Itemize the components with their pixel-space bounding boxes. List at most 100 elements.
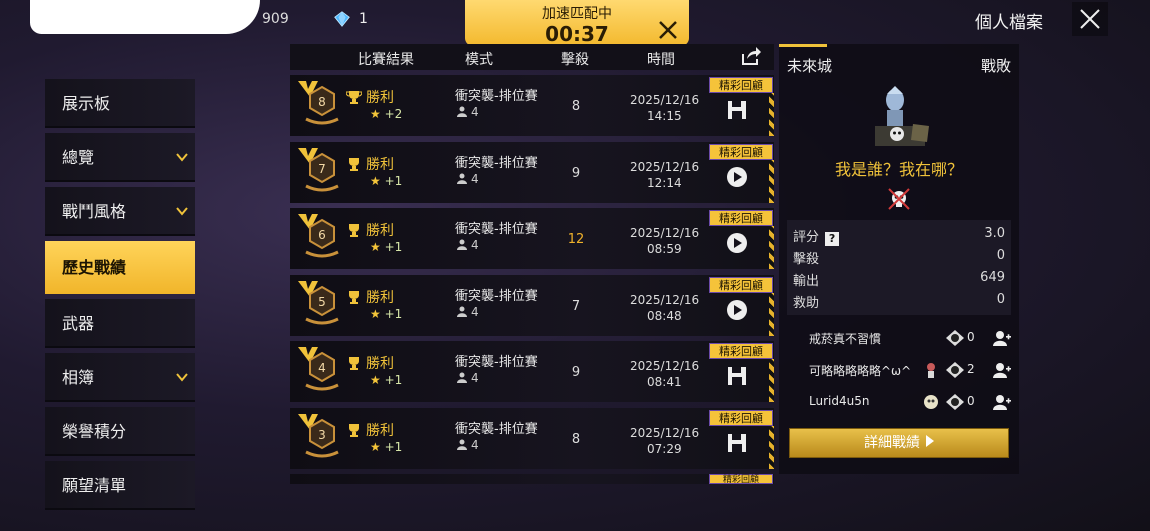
person-icon: [457, 372, 467, 383]
skull-icon: [888, 188, 910, 210]
kills-count: 9: [571, 365, 581, 380]
rank-number: 3: [318, 428, 326, 442]
sidebar-item-honor-points[interactable]: 榮譽積分: [45, 407, 195, 456]
party-count: 4: [471, 171, 479, 186]
star-change: ★ +2: [370, 107, 402, 121]
close-button[interactable]: [1072, 2, 1108, 36]
match-time: 14:15: [647, 109, 682, 123]
sidebar-item-wishlist[interactable]: 願望清單: [45, 461, 195, 510]
sidebar-item-weapons[interactable]: 武器: [45, 299, 195, 348]
play-icon[interactable]: [726, 299, 748, 321]
page-title: 個人檔案: [975, 13, 1043, 33]
stats-box: 評分? 3.0 擊殺 0 輸出 649 救助 0: [787, 220, 1011, 315]
kills-count: 7: [571, 298, 581, 314]
detailed-stats-button[interactable]: 詳細戰績: [789, 428, 1009, 458]
teammate-name: 戒菸真不習慣: [809, 332, 882, 346]
star-change: ★ +1: [370, 373, 402, 387]
save-icon[interactable]: [726, 432, 748, 454]
kills-count: 9: [571, 165, 581, 181]
sidebar-item-label: 歷史戰績: [62, 258, 127, 277]
coin-balance: 909: [262, 11, 289, 27]
play-arrow-icon: [926, 435, 934, 447]
party-size: 4: [457, 305, 479, 319]
match-row[interactable]: 8 勝利 ★ +2 衝突襲-排位賽 4 8 2025/12/16 14:15 精…: [290, 75, 774, 136]
star-delta: +1: [384, 173, 403, 188]
match-date: 2025/12/16: [630, 93, 700, 107]
rank-number: 6: [318, 228, 326, 242]
stat-label: 擊殺: [793, 252, 820, 267]
teammate-name: 可略略略略略^ω^: [809, 364, 912, 378]
add-friend-icon[interactable]: [993, 362, 1011, 378]
teammate-row[interactable]: Lurid4u5n 0: [787, 386, 1011, 418]
play-icon[interactable]: [726, 166, 748, 188]
matchmaking-banner[interactable]: 加速匹配中 00:37: [465, 0, 689, 46]
teammate-row[interactable]: 戒菸真不習慣 0: [787, 322, 1011, 354]
sidebar-item-label: 願望清單: [62, 476, 127, 495]
chevron-down-icon: [176, 207, 188, 216]
star-change: ★ +1: [370, 174, 402, 188]
match-row[interactable]: 精彩回顧: [290, 474, 774, 485]
save-icon[interactable]: [726, 365, 748, 387]
highlights-tag[interactable]: 精彩回顧: [709, 276, 773, 293]
highlights-tag[interactable]: 精彩回顧: [709, 77, 773, 93]
teammate-kills: 2: [967, 362, 975, 376]
result-text: 勝利: [366, 422, 394, 439]
play-icon[interactable]: [726, 232, 748, 254]
party-size: 4: [457, 438, 479, 452]
party-count: 4: [471, 437, 479, 452]
match-date: 2025/12/16: [630, 359, 700, 373]
save-icon[interactable]: [726, 99, 748, 121]
star-change: ★ +1: [370, 440, 402, 454]
rank-number: 5: [318, 295, 326, 309]
highlights-tag[interactable]: 精彩回顧: [709, 474, 773, 485]
highlights-tag[interactable]: 精彩回顧: [709, 143, 773, 160]
cancel-match-icon[interactable]: [657, 19, 679, 41]
highlights-tag[interactable]: 精彩回顧: [709, 343, 773, 359]
highlights-tag[interactable]: 精彩回顧: [709, 409, 773, 426]
close-icon: [1080, 9, 1100, 29]
rank-number: 7: [318, 162, 326, 176]
match-row[interactable]: 5 勝利 ★ +1 衝突襲-排位賽 4 7 2025/12/16 08:48 精…: [290, 274, 774, 336]
teammate-kills: 0: [967, 394, 975, 408]
diamond-balance: 1: [359, 11, 368, 27]
match-detail-panel: 未來城 戰敗 我是誰？我在哪？ 評分? 3.0 擊殺 0 輸出 649 救助 0…: [779, 44, 1019, 474]
help-icon[interactable]: ?: [825, 232, 840, 246]
star-delta: +1: [384, 373, 403, 387]
sidebar-item-overview[interactable]: 總覽: [45, 133, 195, 182]
match-row[interactable]: 4 勝利 ★ +1 衝突襲-排位賽 4 9 2025/12/16 08:41 精…: [290, 341, 774, 402]
rank-badge-icon: 6: [298, 214, 339, 258]
person-icon: [457, 306, 467, 317]
redacted-player-name: [30, 0, 260, 34]
chevron-down-icon: [176, 153, 188, 162]
stat-label: 救助: [793, 296, 820, 311]
match-date: 2025/12/16: [630, 425, 700, 440]
kills-count: 12: [567, 232, 585, 247]
add-friend-icon[interactable]: [993, 330, 1011, 346]
match-row[interactable]: 7 勝利 ★ +1 衝突襲-排位賽 4 9 2025/12/16 12:14 精…: [290, 141, 774, 203]
match-date: 2025/12/16: [630, 226, 700, 240]
share-icon[interactable]: [740, 46, 762, 66]
star-delta: +1: [384, 306, 403, 321]
teammate-list: 戒菸真不習慣 0 可略略略略略^ω^ 2 Lurid4u5n 0: [787, 322, 1011, 418]
teammate-row[interactable]: 可略略略略略^ω^ 2: [787, 354, 1011, 386]
matchmaking-timer: 00:37: [545, 22, 609, 46]
history-list: 8 勝利 ★ +2 衝突襲-排位賽 4 8 2025/12/16 14:15 精…: [290, 75, 774, 490]
match-time: 07:29: [647, 441, 682, 456]
add-friend-icon[interactable]: [993, 394, 1011, 410]
match-date: 2025/12/16: [630, 159, 700, 174]
match-row[interactable]: 3 勝利 ★ +1 衝突襲-排位賽 4 8 2025/12/16 07:29 精…: [290, 407, 774, 469]
highlights-tag[interactable]: 精彩回顧: [709, 210, 773, 226]
mode-text: 衝突襲-排位賽: [455, 155, 538, 171]
sidebar-item-battle-style[interactable]: 戰鬥風格: [45, 187, 195, 236]
trophy-icon: [349, 157, 359, 171]
sidebar-item-album[interactable]: 相簿: [45, 353, 195, 402]
column-header-mode: 模式: [465, 52, 493, 68]
sidebar-item-label: 展示板: [62, 94, 111, 113]
stat-label: 輸出: [793, 274, 820, 289]
rank-badge-icon: 3: [298, 413, 339, 457]
sidebar-item-match-history[interactable]: 歷史戰績: [45, 241, 195, 294]
kill-skull-icon: [946, 394, 964, 410]
stat-row-rating: 評分? 3.0: [793, 226, 1005, 246]
match-row[interactable]: 6 勝利 ★ +1 衝突襲-排位賽 4 12 2025/12/16 08:59 …: [290, 208, 774, 269]
sidebar-item-showcase[interactable]: 展示板: [45, 79, 195, 128]
